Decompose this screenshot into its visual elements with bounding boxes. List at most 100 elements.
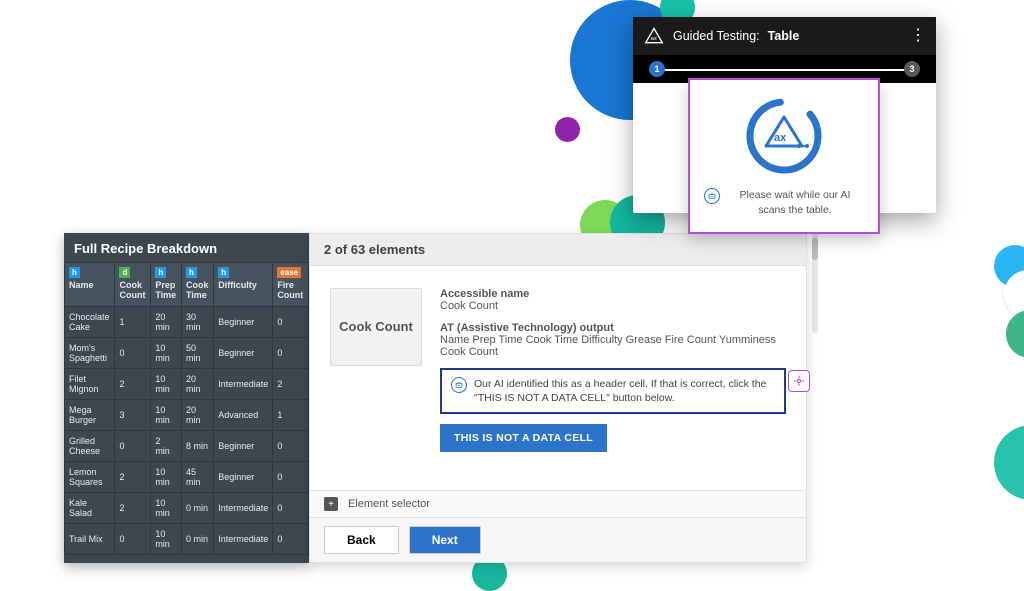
decor-circle <box>1006 310 1024 358</box>
table-cell: 1 <box>115 307 151 338</box>
table-row[interactable]: Grilled Cheese02 min8 minBeginner0 <box>65 431 309 462</box>
recipe-table: hName dCook Count hPrep Time hCook Time … <box>64 262 309 555</box>
table-cell: Grilled Cheese <box>65 431 115 462</box>
ai-modal-text: Please wait while our AI scans the table… <box>726 188 864 218</box>
table-cell: 0 <box>273 493 309 524</box>
table-cell: 2 <box>115 462 151 493</box>
decor-circle <box>555 117 580 142</box>
not-data-cell-button[interactable]: THIS IS NOT A DATA CELL <box>440 424 607 452</box>
ai-suggestion-text: Our AI identified this as a header cell.… <box>474 377 775 405</box>
table-cell: 10 min <box>151 493 182 524</box>
target-icon <box>793 375 805 387</box>
table-cell: 50 min <box>181 338 213 369</box>
table-cell: Mega Burger <box>65 400 115 431</box>
table-cell: 30 min <box>181 307 213 338</box>
decor-circle <box>994 425 1024 500</box>
ai-robot-icon <box>704 188 720 204</box>
table-cell: 20 min <box>151 307 182 338</box>
ai-suggestion-box: Our AI identified this as a header cell.… <box>440 368 786 414</box>
element-counter: 2 of 63 elements <box>310 234 806 266</box>
table-cell: 0 <box>273 338 309 369</box>
col-cook-time[interactable]: hCook Time <box>181 263 213 307</box>
table-cell: Intermediate <box>214 524 273 555</box>
at-output-value: Name Prep Time Cook Time Difficulty Grea… <box>440 334 786 358</box>
ai-progress-ring-icon: ax <box>744 96 824 176</box>
table-cell: Kale Salad <box>65 493 115 524</box>
table-cell: Intermediate <box>214 493 273 524</box>
back-button[interactable]: Back <box>324 526 399 554</box>
recipe-panel-title: Full Recipe Breakdown <box>64 233 309 262</box>
table-cell: 45 min <box>181 462 213 493</box>
guided-testing-panel: ax Guided Testing: Table ⋮ 1 3 ax Please… <box>633 17 936 213</box>
table-cell: 10 min <box>151 462 182 493</box>
table-cell: Lemon Squares <box>65 462 115 493</box>
table-cell: 0 <box>273 462 309 493</box>
highlight-element-button[interactable] <box>788 370 810 392</box>
table-cell: 10 min <box>151 400 182 431</box>
table-cell: 2 min <box>151 431 182 462</box>
table-cell: 0 <box>273 431 309 462</box>
guided-title-prefix: Guided Testing: <box>673 29 760 43</box>
table-cell: Beginner <box>214 431 273 462</box>
table-cell: 1 <box>273 400 309 431</box>
next-button[interactable]: Next <box>409 526 481 554</box>
accessible-name-value: Cook Count <box>440 300 786 312</box>
table-row[interactable]: Filet Mignon210 min20 minIntermediate2 <box>65 369 309 400</box>
svg-text:ax: ax <box>774 132 787 144</box>
col-name[interactable]: hName <box>65 263 115 307</box>
scrollbar[interactable] <box>809 233 821 333</box>
step-indicator-3: 3 <box>904 61 920 77</box>
table-row[interactable]: Kale Salad210 min0 minIntermediate0 <box>65 493 309 524</box>
table-cell: Filet Mignon <box>65 369 115 400</box>
recipe-table-body: Chocolate Cake120 min30 minBeginner0Mom'… <box>65 307 309 555</box>
table-cell: Intermediate <box>214 369 273 400</box>
recipe-table-head: hName dCook Count hPrep Time hCook Time … <box>65 263 309 307</box>
table-cell: 20 min <box>181 369 213 400</box>
table-cell: 0 min <box>181 493 213 524</box>
svg-text:ax: ax <box>651 36 657 42</box>
table-row[interactable]: Chocolate Cake120 min30 minBeginner0 <box>65 307 309 338</box>
table-cell: 0 <box>115 431 151 462</box>
col-prep-time[interactable]: hPrep Time <box>151 263 182 307</box>
table-cell: Beginner <box>214 462 273 493</box>
table-cell: Chocolate Cake <box>65 307 115 338</box>
table-row[interactable]: Trail Mix010 min0 minIntermediate0 <box>65 524 309 555</box>
table-cell: Mom's Spaghetti <box>65 338 115 369</box>
table-cell: 8 min <box>181 431 213 462</box>
table-cell: 2 <box>115 493 151 524</box>
element-selector-label: Element selector <box>348 498 430 510</box>
guided-menu-icon[interactable]: ⋮ <box>910 28 926 44</box>
axe-logo-icon: ax <box>643 25 665 47</box>
step-indicator-1: 1 <box>649 61 665 77</box>
ai-robot-icon <box>451 377 467 393</box>
at-output-label: AT (Assistive Technology) output <box>440 322 786 334</box>
element-details-panel: 2 of 63 elements Cook Count Accessible n… <box>309 233 807 563</box>
table-cell: 10 min <box>151 338 182 369</box>
table-cell: 2 <box>273 369 309 400</box>
col-difficulty[interactable]: hDifficulty <box>214 263 273 307</box>
table-cell: 0 <box>273 307 309 338</box>
table-cell: 3 <box>115 400 151 431</box>
table-row[interactable]: Lemon Squares210 min45 minBeginner0 <box>65 462 309 493</box>
table-cell: Trail Mix <box>65 524 115 555</box>
table-cell: 10 min <box>151 369 182 400</box>
guided-testing-header: ax Guided Testing: Table ⋮ <box>633 17 936 55</box>
footer-bar: Back Next <box>310 518 806 562</box>
cell-preview: Cook Count <box>330 288 422 366</box>
table-cell: Advanced <box>214 400 273 431</box>
table-cell: 0 <box>115 524 151 555</box>
table-cell: Beginner <box>214 307 273 338</box>
table-cell: 0 min <box>181 524 213 555</box>
table-cell: 20 min <box>181 400 213 431</box>
table-cell: Beginner <box>214 338 273 369</box>
table-cell: 0 <box>115 338 151 369</box>
recipe-breakdown-panel: Full Recipe Breakdown hName dCook Count … <box>64 233 309 563</box>
element-selector-row[interactable]: + Element selector <box>310 490 806 518</box>
expand-icon: + <box>324 497 338 511</box>
table-row[interactable]: Mega Burger310 min20 minAdvanced1 <box>65 400 309 431</box>
table-row[interactable]: Mom's Spaghetti010 min50 minBeginner0 <box>65 338 309 369</box>
col-fire-count[interactable]: easeFire Count <box>273 263 309 307</box>
table-cell: 0 <box>273 524 309 555</box>
ai-modal-message: Please wait while our AI scans the table… <box>704 188 864 218</box>
col-cook-count[interactable]: dCook Count <box>115 263 151 307</box>
